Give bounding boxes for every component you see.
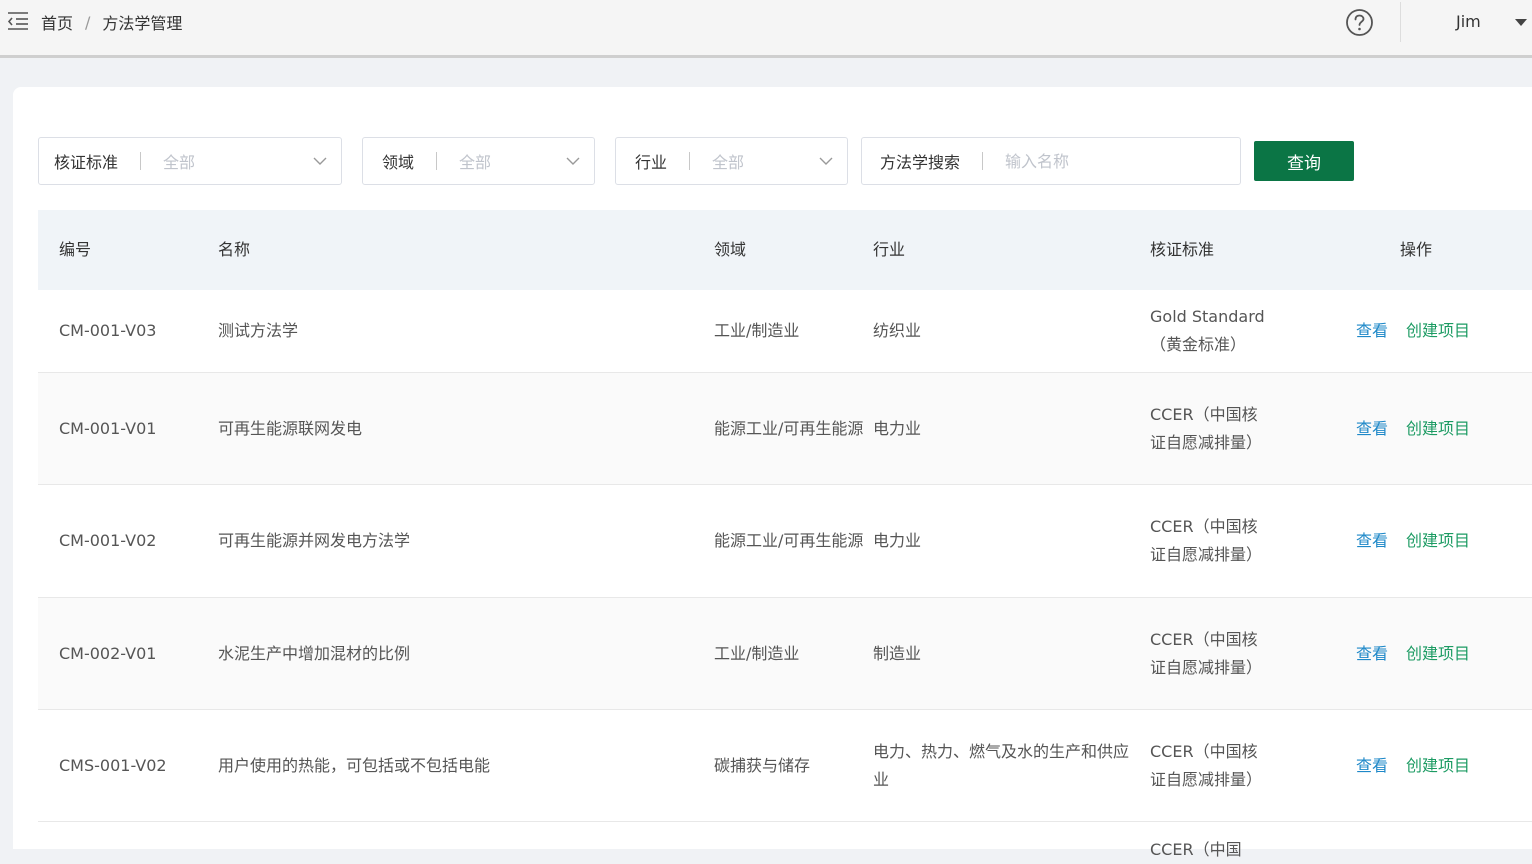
header-ops: 操作	[1400, 240, 1433, 259]
row-domain: 能源工业/可再生能源	[714, 418, 864, 438]
row-industry: 电力业	[873, 531, 922, 550]
row-domain: 能源工业/可再生能源	[714, 531, 864, 550]
filter-divider	[436, 152, 438, 170]
top-bar: 首页 / 方法学管理 Jim	[0, 0, 1532, 58]
create-project-link[interactable]: 创建项目	[1406, 527, 1470, 555]
row-industry: 纺织业	[873, 321, 922, 340]
view-link[interactable]: 查看	[1356, 527, 1388, 555]
view-link[interactable]: 查看	[1356, 752, 1388, 780]
standard-filter-value: 全部	[163, 153, 196, 172]
domain-filter-select[interactable]: 领域 全部	[362, 137, 595, 185]
view-link[interactable]: 查看	[1356, 317, 1388, 345]
row-standard: CCER（中国	[1150, 840, 1242, 859]
question-circle-icon[interactable]	[1345, 8, 1374, 37]
methodology-search-input[interactable]	[1005, 151, 1240, 171]
row-standard: CCER（中国核证自愿减排量）	[1150, 629, 1263, 677]
create-project-link[interactable]: 创建项目	[1406, 317, 1470, 345]
methodology-search-label: 方法学搜索	[880, 153, 961, 172]
industry-filter-label: 行业	[635, 153, 668, 172]
filter-divider	[140, 152, 142, 170]
chevron-down-icon	[566, 157, 580, 165]
user-name[interactable]: Jim	[1456, 12, 1481, 31]
chevron-down-icon	[313, 157, 327, 165]
breadcrumb: 首页 / 方法学管理	[41, 10, 182, 34]
domain-filter-value: 全部	[459, 153, 492, 172]
table-row: CMS-001-V02 用户使用的热能，可包括或不包括电能 碳捕获与储存 电力、…	[38, 710, 1532, 822]
create-project-link[interactable]: 创建项目	[1406, 752, 1470, 780]
row-name: 可再生能源并网发电方法学	[218, 531, 411, 550]
query-button[interactable]: 查询	[1254, 141, 1354, 181]
row-name: 水泥生产中增加混材的比例	[218, 643, 411, 663]
domain-filter-label: 领域	[382, 153, 415, 172]
standard-filter-select[interactable]: 核证标准 全部	[38, 137, 342, 185]
row-code: CMS-001-V02	[59, 755, 167, 775]
breadcrumb-separator: /	[85, 12, 91, 32]
row-name: 可再生能源联网发电	[218, 418, 363, 438]
header-domain: 领域	[714, 240, 747, 259]
row-code: CM-002-V01	[59, 643, 157, 663]
view-link[interactable]: 查看	[1356, 415, 1388, 443]
table-row: CM-001-V01 可再生能源联网发电 能源工业/可再生能源 电力业 CCER…	[38, 373, 1532, 485]
topbar-divider	[1400, 2, 1401, 42]
row-standard: CCER（中国核证自愿减排量）	[1150, 517, 1263, 564]
methodology-table: 编号 名称 领域 行业 核证标准 操作 CM-001-V03 测试方法学 工业/…	[38, 210, 1532, 862]
row-standard: CCER（中国核证自愿减排量）	[1150, 404, 1263, 452]
header-code: 编号	[59, 240, 92, 259]
row-domain: 工业/制造业	[714, 643, 800, 663]
row-standard: Gold Standard（黄金标准）	[1150, 307, 1265, 354]
chevron-down-icon	[819, 157, 833, 165]
header-standard: 核证标准	[1150, 240, 1215, 259]
table-row: CM-001-V03 测试方法学 工业/制造业 纺织业 Gold Standar…	[38, 290, 1532, 373]
breadcrumb-home[interactable]: 首页	[41, 10, 73, 34]
create-project-link[interactable]: 创建项目	[1406, 415, 1470, 443]
row-code: CM-001-V02	[59, 531, 157, 550]
industry-filter-select[interactable]: 行业 全部	[615, 137, 848, 185]
methodology-search-field: 方法学搜索	[861, 137, 1241, 185]
row-standard: CCER（中国核证自愿减排量）	[1150, 741, 1263, 789]
row-code: CM-001-V03	[59, 321, 157, 340]
table-row: CM-002-V01 水泥生产中增加混材的比例 工业/制造业 制造业 CCER（…	[38, 598, 1532, 710]
header-industry: 行业	[873, 240, 906, 259]
row-industry: 制造业	[873, 643, 922, 663]
row-domain: 碳捕获与储存	[714, 755, 811, 775]
table-row: CM-001-V02 可再生能源并网发电方法学 能源工业/可再生能源 电力业 C…	[38, 485, 1532, 598]
menu-fold-icon[interactable]	[7, 11, 29, 31]
row-industry: 电力业	[873, 418, 922, 438]
caret-down-icon[interactable]	[1515, 19, 1527, 27]
row-industry: 电力、热力、燃气及水的生产和供应业	[873, 741, 1130, 789]
row-code: CM-001-V01	[59, 418, 157, 438]
industry-filter-value: 全部	[712, 153, 745, 172]
create-project-link[interactable]: 创建项目	[1406, 640, 1470, 668]
table-row: CCER（中国	[38, 822, 1532, 862]
filter-divider	[689, 152, 691, 170]
breadcrumb-current: 方法学管理	[102, 14, 183, 33]
row-name: 用户使用的热能，可包括或不包括电能	[218, 755, 491, 775]
row-domain: 工业/制造业	[714, 321, 800, 340]
standard-filter-label: 核证标准	[54, 153, 119, 172]
view-link[interactable]: 查看	[1356, 640, 1388, 668]
table-header: 编号 名称 领域 行业 核证标准 操作	[38, 210, 1532, 290]
row-name: 测试方法学	[218, 321, 299, 340]
filter-divider	[982, 152, 984, 170]
header-name: 名称	[218, 240, 251, 259]
